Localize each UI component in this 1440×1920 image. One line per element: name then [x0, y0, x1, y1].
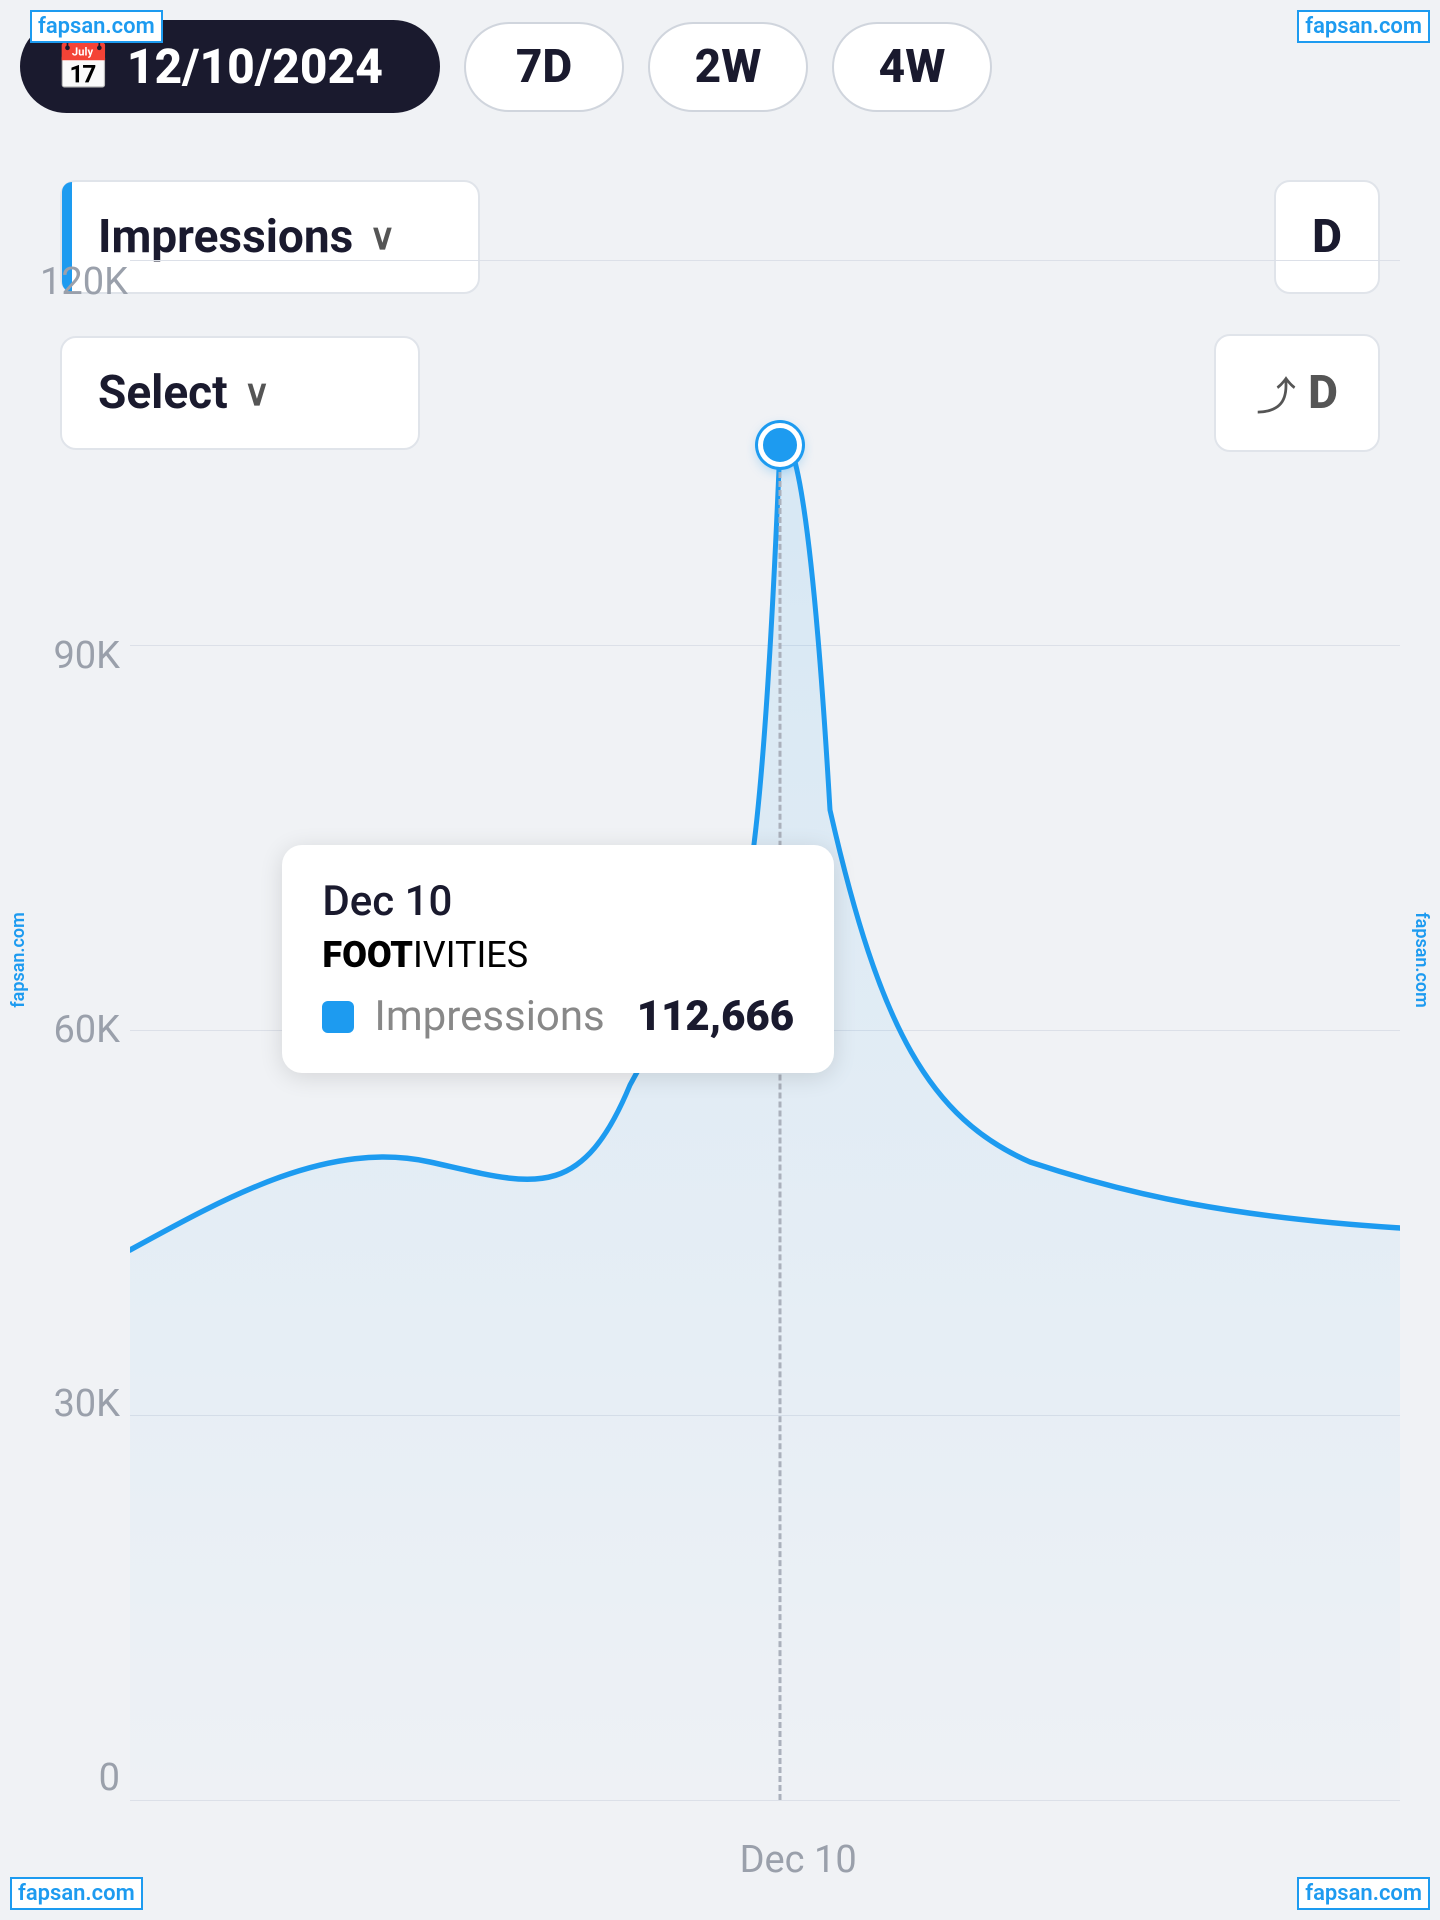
top-bar: 📅 12/10/2024 7D 2W 4W — [20, 20, 1420, 113]
metric-chevron: ∨ — [369, 216, 395, 258]
watermark-bottom-left: fapsan.com — [10, 1877, 143, 1910]
watermark-top-right: fapsan.com — [1297, 10, 1430, 43]
x-label-dec10: Dec 10 — [740, 1838, 857, 1882]
tooltip-brand-suffix: IVITIES — [413, 934, 528, 976]
watermark-bottom-right: fapsan.com — [1297, 1877, 1430, 1910]
x-axis: Dec 10 — [130, 1820, 1400, 1900]
dashed-vertical-line — [779, 445, 782, 1800]
period-4w-button[interactable]: 4W — [832, 22, 992, 112]
calendar-icon: 📅 — [56, 41, 111, 93]
date-label: 12/10/2024 — [127, 38, 383, 95]
tooltip-metric-row: Impressions 112,666 — [322, 992, 794, 1041]
y-axis: 120K 90K 60K 30K 0 — [40, 260, 120, 1800]
watermark-side-right: fapsan.com — [1411, 912, 1432, 1008]
chart-area: Dec 10 FOOTIVITIES Impressions 112,666 — [130, 260, 1400, 1800]
period-2w-button[interactable]: 2W — [648, 22, 808, 112]
tooltip-color-dot — [322, 1001, 354, 1033]
period-7d-button[interactable]: 7D — [464, 22, 624, 112]
chart-tooltip: Dec 10 FOOTIVITIES Impressions 112,666 — [282, 845, 834, 1073]
tooltip-date: Dec 10 — [322, 877, 794, 926]
grid-line-0 — [130, 1800, 1400, 1801]
watermark-side-left: fapsan.com — [8, 912, 29, 1008]
tooltip-metric-value: 112,666 — [637, 992, 794, 1041]
metric-label: Impressions — [98, 210, 353, 264]
tooltip-brand-prefix: FOOT — [322, 934, 413, 976]
tooltip-metric-label: Impressions — [374, 992, 604, 1041]
y-label-90k: 90K — [40, 634, 120, 678]
y-label-120k: 120K — [40, 260, 120, 304]
y-label-60k: 60K — [40, 1008, 120, 1052]
watermark-top-left: fapsan.com — [30, 10, 163, 43]
y-label-30k: 30K — [40, 1382, 120, 1426]
data-point[interactable] — [758, 423, 802, 467]
tooltip-brand: FOOTIVITIES — [322, 934, 794, 976]
y-label-0: 0 — [40, 1756, 120, 1800]
